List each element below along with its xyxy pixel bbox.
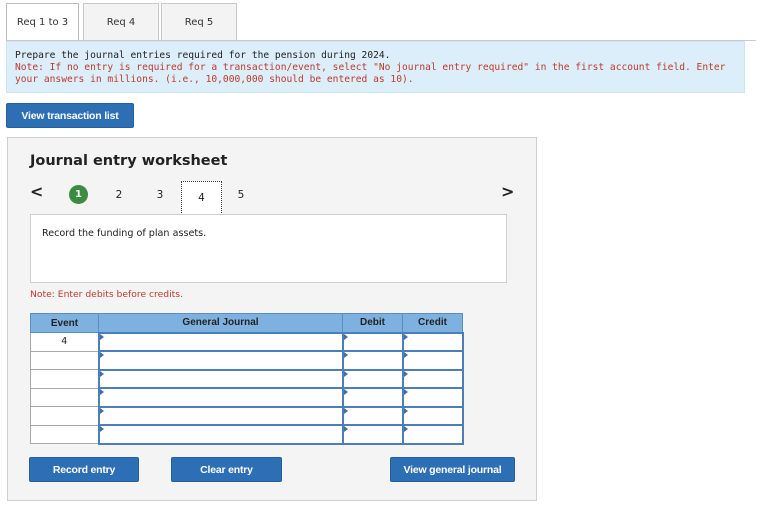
credit-field[interactable]: [401, 387, 464, 408]
credit-field[interactable]: [401, 368, 464, 389]
journal-table-header: Event General Journal Debit Credit: [30, 313, 463, 333]
account-field[interactable]: [97, 368, 344, 389]
instructions-text: Prepare the journal entries required for…: [15, 50, 391, 61]
credit-field[interactable]: [401, 350, 464, 371]
tab-req-4[interactable]: Req 4: [83, 3, 159, 41]
input-marker-icon: [343, 407, 348, 414]
event-cell: [30, 424, 99, 444]
table-row: [30, 350, 464, 371]
table-row: [30, 387, 464, 408]
input-marker-icon: [403, 352, 408, 358]
step-5[interactable]: 5: [234, 185, 248, 204]
debit-column-header: Debit: [342, 313, 403, 333]
credit-field[interactable]: [401, 405, 464, 426]
debit-field[interactable]: [341, 368, 404, 389]
account-field[interactable]: [97, 350, 344, 371]
debits-note: Note: Enter debits before credits.: [30, 289, 183, 300]
dropdown-marker-icon: [99, 407, 104, 414]
step-3[interactable]: 3: [153, 185, 167, 204]
event-cell: [30, 387, 99, 407]
view-transaction-list-button[interactable]: View transaction list: [6, 103, 134, 128]
account-field[interactable]: [97, 331, 344, 352]
event-column-header: Event: [30, 313, 99, 333]
instructions-note: Note: If no entry is required for a tran…: [15, 62, 726, 85]
input-marker-icon: [403, 389, 408, 395]
dropdown-marker-icon: [99, 389, 104, 395]
dropdown-marker-icon: [99, 352, 104, 358]
dropdown-marker-icon: [99, 370, 104, 377]
tab-req-1-to-3[interactable]: Req 1 to 3: [6, 3, 79, 41]
input-marker-icon: [343, 352, 348, 358]
event-cell: 4: [30, 332, 99, 352]
event-cell: [30, 369, 99, 389]
record-entry-button[interactable]: Record entry: [29, 457, 139, 482]
event-cell: [30, 350, 99, 370]
view-general-journal-button[interactable]: View general journal: [390, 457, 515, 482]
debit-field[interactable]: [341, 387, 404, 408]
general-journal-column-header: General Journal: [98, 313, 343, 333]
table-row: 4: [30, 331, 464, 352]
input-marker-icon: [343, 426, 348, 432]
table-row: [30, 405, 464, 426]
description-text: Record the funding of plan assets.: [42, 228, 207, 239]
debit-field[interactable]: [341, 350, 404, 371]
event-cell: [30, 406, 99, 426]
input-marker-icon: [343, 389, 348, 395]
transaction-description: Record the funding of plan assets.: [30, 214, 507, 283]
account-field[interactable]: [97, 405, 344, 426]
instructions-banner: Prepare the journal entries required for…: [6, 41, 745, 93]
step-1-completed[interactable]: 1: [69, 185, 88, 204]
prev-arrow-icon[interactable]: <: [30, 182, 43, 201]
next-arrow-icon[interactable]: >: [501, 182, 514, 201]
input-marker-icon: [403, 370, 408, 377]
step-2[interactable]: 2: [112, 185, 126, 204]
account-field[interactable]: [97, 387, 344, 408]
credit-field[interactable]: [401, 331, 464, 352]
table-row: [30, 368, 464, 389]
dropdown-marker-icon: [99, 426, 104, 432]
input-marker-icon: [343, 370, 348, 377]
input-marker-icon: [403, 407, 408, 414]
account-field[interactable]: [97, 424, 344, 445]
dropdown-marker-icon: [99, 333, 104, 340]
worksheet-title: Journal entry worksheet: [30, 153, 228, 169]
clear-entry-button[interactable]: Clear entry: [171, 457, 282, 482]
tab-req-5[interactable]: Req 5: [161, 3, 237, 41]
debit-field[interactable]: [341, 424, 404, 445]
journal-entry-worksheet: Journal entry worksheet < 1 2 3 4 5 > Re…: [7, 137, 537, 501]
credit-column-header: Credit: [402, 313, 463, 333]
credit-field[interactable]: [401, 424, 464, 445]
input-marker-icon: [403, 426, 408, 432]
step-4-current[interactable]: 4: [181, 181, 222, 215]
debit-field[interactable]: [341, 405, 404, 426]
table-row: [30, 424, 464, 445]
input-marker-icon: [343, 333, 348, 340]
input-marker-icon: [403, 333, 408, 340]
journal-table: Event General Journal Debit Credit 4: [30, 313, 464, 445]
debit-field[interactable]: [341, 331, 404, 352]
